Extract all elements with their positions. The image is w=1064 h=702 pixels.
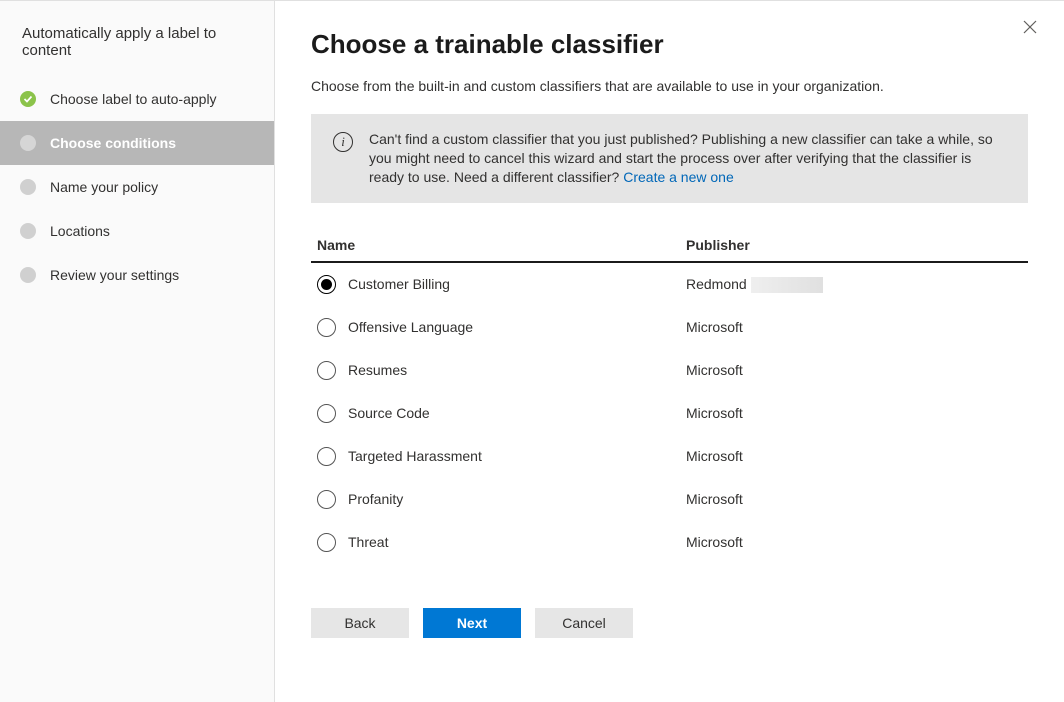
- wizard-step-label: Choose conditions: [50, 135, 176, 151]
- cell-publisher: Microsoft: [686, 362, 1028, 378]
- table-row[interactable]: Source Code Microsoft: [311, 392, 1028, 435]
- wizard-sidebar: Automatically apply a label to content C…: [0, 1, 275, 702]
- cell-name: Source Code: [311, 404, 686, 423]
- classifier-radio[interactable]: [317, 404, 336, 423]
- wizard-step-label: Locations: [50, 223, 110, 239]
- classifier-name: Source Code: [348, 405, 430, 421]
- info-icon: i: [333, 132, 353, 152]
- cell-name: Targeted Harassment: [311, 447, 686, 466]
- page-title: Choose a trainable classifier: [311, 29, 1028, 60]
- cell-name: Resumes: [311, 361, 686, 380]
- classifier-name: Targeted Harassment: [348, 448, 482, 464]
- redacted-area: [751, 277, 823, 293]
- main-panel: Choose a trainable classifier Choose fro…: [275, 1, 1064, 702]
- table-row[interactable]: Offensive Language Microsoft: [311, 306, 1028, 349]
- column-header-publisher: Publisher: [686, 237, 1028, 253]
- step-dot-icon: [20, 135, 36, 151]
- cell-name: Offensive Language: [311, 318, 686, 337]
- table-row[interactable]: Customer Billing Redmond: [311, 263, 1028, 306]
- column-header-name: Name: [311, 237, 686, 253]
- back-button[interactable]: Back: [311, 608, 409, 638]
- wizard-step-label: Name your policy: [50, 179, 158, 195]
- cell-publisher: Microsoft: [686, 405, 1028, 421]
- create-classifier-link[interactable]: Create a new one: [623, 169, 734, 185]
- wizard-step[interactable]: Name your policy: [0, 165, 274, 209]
- classifier-name: Offensive Language: [348, 319, 473, 335]
- classifier-radio[interactable]: [317, 275, 336, 294]
- wizard-step[interactable]: Choose conditions: [0, 121, 274, 165]
- step-dot-icon: [20, 179, 36, 195]
- info-banner: i Can't find a custom classifier that yo…: [311, 114, 1028, 203]
- step-dot-icon: [20, 267, 36, 283]
- classifier-name: Threat: [348, 534, 388, 550]
- info-text: Can't find a custom classifier that you …: [369, 130, 1006, 187]
- publisher-name: Microsoft: [686, 534, 743, 550]
- table-row[interactable]: Resumes Microsoft: [311, 349, 1028, 392]
- cell-name: Profanity: [311, 490, 686, 509]
- publisher-name: Microsoft: [686, 362, 743, 378]
- cell-name: Threat: [311, 533, 686, 552]
- publisher-name: Redmond: [686, 276, 747, 292]
- cell-name: Customer Billing: [311, 275, 686, 294]
- step-dot-icon: [20, 223, 36, 239]
- classifier-radio[interactable]: [317, 533, 336, 552]
- cell-publisher: Microsoft: [686, 491, 1028, 507]
- cell-publisher: Redmond: [686, 276, 1028, 293]
- classifier-name: Resumes: [348, 362, 407, 378]
- table-row[interactable]: Targeted Harassment Microsoft: [311, 435, 1028, 478]
- wizard-step[interactable]: Choose label to auto-apply: [0, 77, 274, 121]
- classifier-radio[interactable]: [317, 361, 336, 380]
- publisher-name: Microsoft: [686, 405, 743, 421]
- table-row[interactable]: Profanity Microsoft: [311, 478, 1028, 521]
- next-button[interactable]: Next: [423, 608, 521, 638]
- page-description: Choose from the built-in and custom clas…: [311, 78, 1028, 94]
- wizard-step[interactable]: Locations: [0, 209, 274, 253]
- wizard-footer: Back Next Cancel: [311, 608, 1028, 638]
- publisher-name: Microsoft: [686, 448, 743, 464]
- cell-publisher: Microsoft: [686, 448, 1028, 464]
- table-row[interactable]: Threat Microsoft: [311, 521, 1028, 564]
- wizard-step[interactable]: Review your settings: [0, 253, 274, 297]
- checkmark-icon: [20, 91, 36, 107]
- table-header: Name Publisher: [311, 229, 1028, 263]
- classifier-radio[interactable]: [317, 447, 336, 466]
- publisher-name: Microsoft: [686, 319, 743, 335]
- cell-publisher: Microsoft: [686, 319, 1028, 335]
- classifier-name: Customer Billing: [348, 276, 450, 292]
- classifiers-table: Name Publisher Customer Billing Redmond Of…: [311, 229, 1028, 564]
- wizard-step-label: Choose label to auto-apply: [50, 91, 217, 107]
- sidebar-title: Automatically apply a label to content: [0, 25, 274, 77]
- classifier-name: Profanity: [348, 491, 403, 507]
- close-icon: [1023, 20, 1037, 34]
- classifier-radio[interactable]: [317, 318, 336, 337]
- classifier-radio[interactable]: [317, 490, 336, 509]
- close-button[interactable]: [1018, 15, 1042, 39]
- cell-publisher: Microsoft: [686, 534, 1028, 550]
- cancel-button[interactable]: Cancel: [535, 608, 633, 638]
- app: Automatically apply a label to content C…: [0, 0, 1064, 702]
- publisher-name: Microsoft: [686, 491, 743, 507]
- wizard-step-label: Review your settings: [50, 267, 179, 283]
